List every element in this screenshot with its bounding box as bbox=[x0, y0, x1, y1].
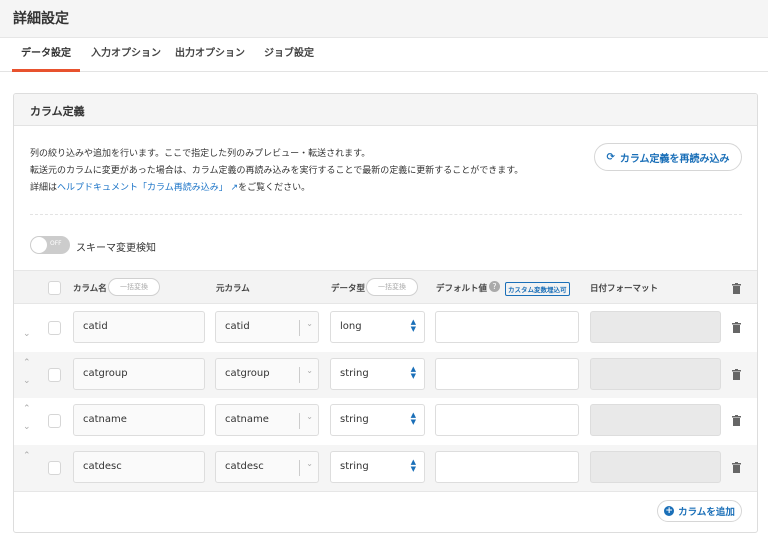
help-doc-link[interactable]: ヘルプドキュメント「カラム再読み込み」 bbox=[57, 183, 228, 193]
column-name-input[interactable]: catdesc bbox=[73, 450, 205, 483]
source-column-select[interactable]: catid ⌄ bbox=[215, 311, 319, 343]
data-type-select[interactable]: string ▲ ▼ bbox=[330, 450, 425, 483]
page-title: 詳細設定 bbox=[13, 11, 69, 27]
date-format-input bbox=[590, 404, 721, 436]
delete-row-icon[interactable] bbox=[732, 415, 741, 426]
data-type-value: string bbox=[340, 367, 369, 379]
data-type-value: string bbox=[340, 414, 369, 425]
help-icon[interactable]: ? bbox=[489, 281, 500, 292]
tab-output-options[interactable]: 出力オプション bbox=[172, 38, 248, 72]
select-arrows-icon: ▲ ▼ bbox=[410, 457, 416, 473]
column-name-input[interactable]: catname bbox=[73, 404, 205, 436]
delete-all-icon[interactable] bbox=[732, 283, 741, 294]
select-arrows-icon: ▲ ▼ bbox=[410, 411, 416, 426]
data-type-value: string bbox=[340, 460, 369, 472]
data-type-select[interactable]: string ▲ ▼ bbox=[330, 404, 425, 436]
reload-columns-button[interactable]: ⟳ カラム定義を再読み込み bbox=[594, 143, 742, 171]
source-column-value: catdesc bbox=[225, 460, 264, 472]
move-up-icon[interactable]: ⌃ bbox=[23, 404, 31, 414]
source-column-select[interactable]: catname ⌄ bbox=[215, 404, 319, 436]
move-up-icon[interactable]: ⌃ bbox=[23, 451, 31, 461]
default-value-input[interactable] bbox=[435, 404, 579, 436]
move-down-icon[interactable]: ⌄ bbox=[23, 376, 31, 386]
delete-row-icon[interactable] bbox=[732, 322, 741, 333]
toggle-state: OFF bbox=[50, 240, 62, 247]
data-type-select[interactable]: string ▲ ▼ bbox=[330, 357, 425, 390]
source-column-value: catgroup bbox=[225, 367, 270, 379]
table-row: ⌃ catdesc catdesc ⌄ string ▲ ▼ bbox=[14, 444, 757, 491]
description-prefix: 詳細は bbox=[30, 183, 58, 193]
source-column-value: catname bbox=[225, 414, 269, 425]
description-line-3: 詳細はヘルプドキュメント「カラム再読み込み」 ↗をご覧ください。 bbox=[30, 180, 310, 193]
chevron-down-icon: ⌄ bbox=[306, 458, 313, 468]
date-format-input bbox=[590, 311, 721, 343]
row-checkbox[interactable] bbox=[48, 460, 61, 475]
source-column-value: catid bbox=[225, 321, 250, 332]
default-value-input[interactable] bbox=[435, 311, 579, 343]
select-separator bbox=[299, 459, 300, 476]
table-row: ⌃ ⌄ catgroup catgroup ⌄ string ▲ ▼ bbox=[14, 351, 757, 398]
header-data-type: データ型 bbox=[331, 284, 366, 294]
description-line-1: 列の絞り込みや追加を行います。ここで指定した列のみプレビュー・転送されます。 bbox=[30, 149, 371, 159]
tab-job-settings[interactable]: ジョブ設定 bbox=[258, 38, 320, 72]
row-checkbox[interactable] bbox=[48, 321, 61, 335]
source-column-select[interactable]: catdesc ⌄ bbox=[215, 450, 319, 483]
column-name-input[interactable]: catgroup bbox=[73, 357, 205, 390]
chevron-down-icon: ⌄ bbox=[306, 319, 313, 328]
delete-row-icon[interactable] bbox=[732, 461, 741, 473]
source-column-select[interactable]: catgroup ⌄ bbox=[215, 357, 319, 390]
default-value-input[interactable] bbox=[435, 357, 579, 390]
select-all-checkbox[interactable] bbox=[48, 281, 61, 295]
tab-bar: データ設定 入力オプション 出力オプション ジョブ設定 bbox=[0, 38, 768, 72]
description-line-2: 転送元のカラムに変更があった場合は、カラム定義の再読み込みを実行することで最新の… bbox=[30, 166, 524, 176]
select-arrows-icon: ▲ ▼ bbox=[410, 364, 416, 380]
select-separator bbox=[299, 413, 300, 429]
move-up-icon[interactable]: ⌃ bbox=[23, 358, 31, 368]
default-value-input[interactable] bbox=[435, 450, 579, 483]
table-bottom-border bbox=[14, 491, 757, 492]
add-column-button[interactable]: + カラムを追加 bbox=[657, 500, 742, 522]
bulk-convert-type-button[interactable]: 一括変換 bbox=[366, 278, 418, 296]
delete-row-icon[interactable] bbox=[732, 368, 741, 380]
move-down-icon[interactable]: ⌄ bbox=[23, 422, 31, 432]
panel-title: カラム定義 bbox=[14, 94, 757, 126]
row-checkbox[interactable] bbox=[48, 414, 61, 428]
data-type-select[interactable]: long ▲ ▼ bbox=[330, 311, 425, 343]
date-format-input bbox=[590, 450, 721, 483]
custom-variable-badge: カスタム変数埋込可 bbox=[505, 282, 570, 296]
bulk-convert-label: 一括変換 bbox=[378, 283, 406, 291]
data-type-value: long bbox=[340, 321, 362, 332]
header-column-name: カラム名 bbox=[73, 284, 107, 294]
row-checkbox[interactable] bbox=[48, 367, 61, 382]
select-separator bbox=[299, 320, 300, 336]
select-arrows-icon: ▲ ▼ bbox=[410, 318, 416, 333]
divider bbox=[30, 214, 742, 215]
toggle-knob bbox=[31, 237, 47, 253]
header-source-column: 元カラム bbox=[216, 284, 250, 294]
date-format-input bbox=[590, 357, 721, 390]
schema-change-label: スキーマ変更検知 bbox=[76, 243, 156, 254]
description-suffix: をご覧ください。 bbox=[238, 183, 311, 193]
reload-label: カラム定義を再読み込み bbox=[619, 153, 730, 165]
tab-input-options[interactable]: 入力オプション bbox=[88, 38, 164, 72]
header-date-format: 日付フォーマット bbox=[590, 284, 659, 294]
header-default-value: デフォルト値 bbox=[436, 284, 488, 294]
table-header: カラム名 一括変換 元カラム データ型 一括変換 デフォルト値 ? カスタム変数… bbox=[14, 270, 757, 304]
chevron-down-icon: ⌄ bbox=[306, 412, 313, 421]
select-separator bbox=[299, 366, 300, 383]
add-column-label: カラムを追加 bbox=[678, 507, 735, 518]
column-name-input[interactable]: catid bbox=[73, 311, 205, 343]
bulk-convert-label: 一括変換 bbox=[120, 283, 148, 291]
bulk-convert-name-button[interactable]: 一括変換 bbox=[108, 278, 160, 296]
column-definition-panel: カラム定義 列の絞り込みや追加を行います。ここで指定した列のみプレビュー・転送さ… bbox=[13, 93, 758, 533]
plus-circle-icon: + bbox=[664, 506, 675, 516]
page-header: 詳細設定 bbox=[0, 0, 768, 38]
schema-change-toggle[interactable]: OFF bbox=[30, 236, 70, 254]
move-down-icon[interactable]: ⌄ bbox=[23, 329, 31, 339]
table-row: ⌃ ⌄ catname catname ⌄ string ▲ ▼ bbox=[14, 398, 757, 444]
table-row: ⌄ catid catid ⌄ long ▲ ▼ bbox=[14, 305, 757, 351]
chevron-down-icon: ⌄ bbox=[306, 365, 313, 375]
tab-data-settings[interactable]: データ設定 bbox=[12, 38, 80, 72]
refresh-icon: ⟳ bbox=[606, 151, 615, 163]
